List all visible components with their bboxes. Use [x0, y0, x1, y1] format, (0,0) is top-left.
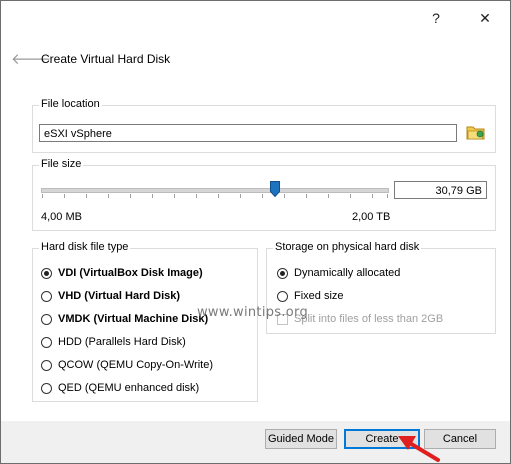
file-size-max-label: 2,00 TB: [352, 211, 391, 223]
radio-qed-label: QED (QEMU enhanced disk): [58, 382, 200, 394]
wizard-content: File location eSXI vSphere File size 30,…: [1, 81, 510, 421]
help-button[interactable]: ?: [425, 7, 447, 29]
radio-button[interactable]: [41, 359, 52, 371]
split-files-label: Split into files of less than 2GB: [294, 313, 444, 325]
radio-qed[interactable]: QED (QEMU enhanced disk): [41, 379, 199, 397]
watermark: www.wintips.org: [197, 305, 309, 320]
radio-qcow-label: QCOW (QEMU Copy-On-Write): [58, 359, 214, 371]
radio-hdd-label: HDD (Parallels Hard Disk): [58, 336, 186, 348]
radio-button[interactable]: [41, 382, 52, 394]
radio-button-checked[interactable]: [41, 267, 52, 279]
file-location-label: File location: [39, 98, 102, 110]
radio-qcow[interactable]: QCOW (QEMU Copy-On-Write): [41, 356, 213, 374]
file-location-input[interactable]: eSXI vSphere: [39, 124, 457, 142]
radio-button[interactable]: [41, 336, 52, 348]
radio-vmdk-label: VMDK (Virtual Machine Disk): [58, 313, 209, 325]
radio-button[interactable]: [41, 290, 52, 302]
file-size-label: File size: [39, 158, 84, 170]
dynamically-allocated-label: Dynamically allocated: [294, 267, 401, 279]
radio-vdi-label: VDI (VirtualBox Disk Image): [58, 267, 203, 279]
radio-button[interactable]: [41, 313, 52, 325]
radio-button[interactable]: [277, 290, 288, 302]
disk-type-group: Hard disk file type VDI (VirtualBox Disk…: [32, 241, 258, 402]
create-virtual-hard-disk-dialog: ? ✕ 🡐 Create Virtual Hard Disk File loca…: [0, 0, 511, 464]
file-size-group: File size 30,79 GB 4,00 MB 2,00 TB: [32, 158, 496, 231]
storage-group: Storage on physical hard disk Dynamicall…: [266, 241, 496, 334]
close-button[interactable]: ✕: [474, 7, 496, 29]
file-size-slider-track[interactable]: [41, 188, 389, 193]
radio-hdd[interactable]: HDD (Parallels Hard Disk): [41, 333, 186, 351]
file-size-slider-ticks: [42, 194, 388, 198]
title-bar: ? ✕: [1, 1, 510, 35]
radio-vdi[interactable]: VDI (VirtualBox Disk Image): [41, 264, 203, 282]
storage-label: Storage on physical hard disk: [273, 241, 422, 253]
radio-fixed-size[interactable]: Fixed size: [277, 287, 344, 305]
radio-button-checked[interactable]: [277, 267, 288, 279]
file-location-group: File location eSXI vSphere: [32, 98, 496, 153]
folder-icon[interactable]: [466, 123, 486, 141]
file-size-input[interactable]: 30,79 GB: [394, 181, 487, 199]
wizard-title: Create Virtual Hard Disk: [41, 52, 171, 66]
radio-dynamically-allocated[interactable]: Dynamically allocated: [277, 264, 400, 282]
annotation-arrow-icon: [398, 436, 440, 462]
fixed-size-label: Fixed size: [294, 290, 344, 302]
wizard-header: 🡐 Create Virtual Hard Disk: [1, 35, 510, 81]
guided-mode-button[interactable]: Guided Mode: [265, 429, 337, 449]
radio-vhd-label: VHD (Virtual Hard Disk): [58, 290, 181, 302]
file-size-slider-handle[interactable]: [270, 181, 280, 197]
radio-vhd[interactable]: VHD (Virtual Hard Disk): [41, 287, 180, 305]
file-size-min-label: 4,00 MB: [41, 211, 82, 223]
disk-type-label: Hard disk file type: [39, 241, 131, 253]
radio-vmdk[interactable]: VMDK (Virtual Machine Disk): [41, 310, 208, 328]
